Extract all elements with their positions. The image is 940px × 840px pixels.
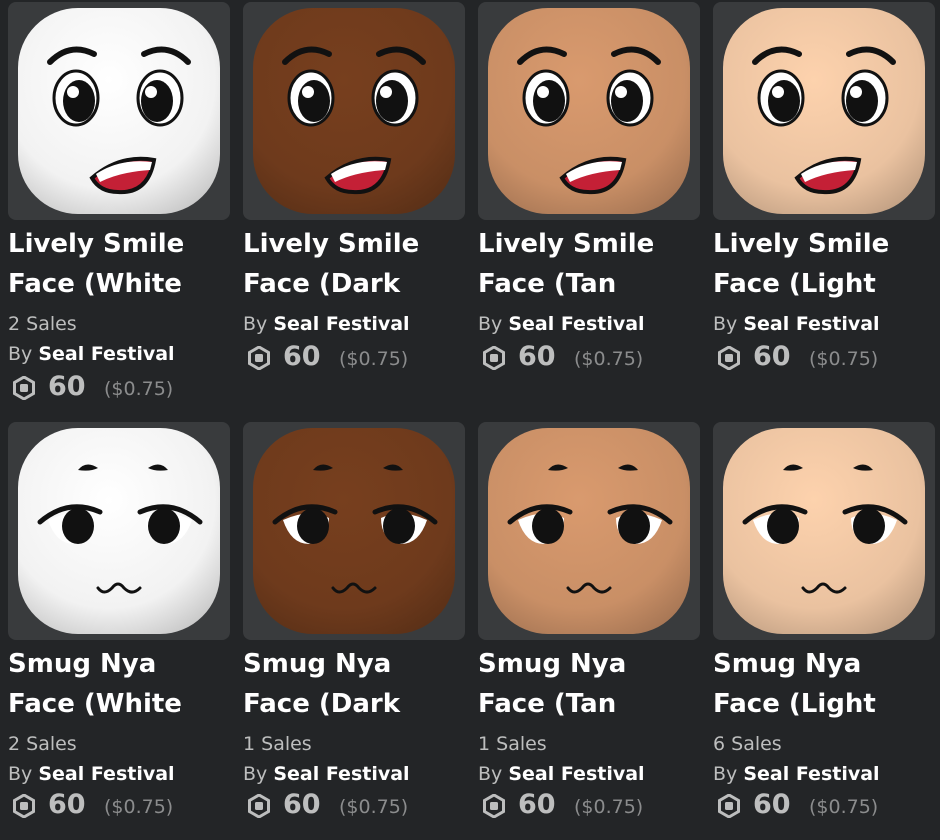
robux-price: 60 — [283, 789, 321, 820]
usd-price: ($0.75) — [104, 378, 174, 400]
usd-price: ($0.75) — [339, 348, 409, 370]
item-thumbnail[interactable] — [713, 2, 935, 220]
item-sales: 6 Sales — [713, 733, 782, 755]
robux-icon — [248, 346, 270, 370]
item-creator-line: By Seal Festival — [478, 762, 645, 786]
item-name[interactable]: Lively Smile Face (White — [8, 224, 230, 304]
robux-price: 60 — [48, 789, 86, 820]
item-name[interactable]: Lively Smile Face (Tan — [478, 224, 700, 304]
item-sales: 2 Sales — [8, 733, 77, 755]
usd-price: ($0.75) — [809, 796, 879, 818]
item-thumbnail[interactable] — [713, 422, 935, 640]
usd-price: ($0.75) — [809, 348, 879, 370]
item-creator-line: By Seal Festival — [8, 342, 175, 366]
creator-link[interactable]: Seal Festival — [273, 313, 409, 335]
usd-price: ($0.75) — [104, 796, 174, 818]
creator-link[interactable]: Seal Festival — [508, 313, 644, 335]
by-label: By — [243, 763, 268, 785]
item-name[interactable]: Lively Smile Face (Dark — [243, 224, 465, 304]
catalog-item-grid: Lively Smile Face (White 2 Sales By Seal… — [0, 0, 940, 840]
robux-icon — [718, 346, 740, 370]
robux-price: 60 — [753, 789, 791, 820]
by-label: By — [8, 763, 33, 785]
usd-price: ($0.75) — [574, 348, 644, 370]
creator-link[interactable]: Seal Festival — [508, 763, 644, 785]
item-sales: 2 Sales — [8, 313, 77, 335]
head-illustration — [488, 8, 690, 214]
item-sales: 1 Sales — [243, 733, 312, 755]
head-illustration — [253, 428, 455, 634]
item-thumbnail[interactable] — [478, 422, 700, 640]
creator-link[interactable]: Seal Festival — [743, 313, 879, 335]
item-thumbnail[interactable] — [243, 422, 465, 640]
item-creator-line: By Seal Festival — [478, 312, 645, 336]
creator-link[interactable]: Seal Festival — [38, 763, 174, 785]
item-thumbnail[interactable] — [478, 2, 700, 220]
by-label: By — [713, 763, 738, 785]
robux-price: 60 — [518, 341, 556, 372]
item-name[interactable]: Smug Nya Face (White — [8, 644, 230, 724]
head-illustration — [488, 428, 690, 634]
head-illustration — [723, 8, 925, 214]
item-name[interactable]: Lively Smile Face (Light — [713, 224, 935, 304]
item-name[interactable]: Smug Nya Face (Dark — [243, 644, 465, 724]
item-thumbnail[interactable] — [243, 2, 465, 220]
robux-price: 60 — [753, 341, 791, 372]
creator-link[interactable]: Seal Festival — [273, 763, 409, 785]
by-label: By — [478, 313, 503, 335]
usd-price: ($0.75) — [339, 796, 409, 818]
robux-icon — [718, 794, 740, 818]
item-name[interactable]: Smug Nya Face (Tan — [478, 644, 700, 724]
item-creator-line: By Seal Festival — [8, 762, 175, 786]
creator-link[interactable]: Seal Festival — [38, 343, 174, 365]
by-label: By — [243, 313, 268, 335]
robux-icon — [13, 794, 35, 818]
item-thumbnail[interactable] — [8, 422, 230, 640]
item-sales: 1 Sales — [478, 733, 547, 755]
head-illustration — [18, 8, 220, 214]
robux-icon — [483, 346, 505, 370]
item-creator-line: By Seal Festival — [713, 312, 880, 336]
robux-price: 60 — [283, 341, 321, 372]
robux-icon — [13, 376, 35, 400]
head-illustration — [253, 8, 455, 214]
head-illustration — [723, 428, 925, 634]
by-label: By — [713, 313, 738, 335]
head-illustration — [18, 428, 220, 634]
robux-price: 60 — [48, 371, 86, 402]
item-name[interactable]: Smug Nya Face (Light — [713, 644, 935, 724]
robux-icon — [248, 794, 270, 818]
robux-price: 60 — [518, 789, 556, 820]
by-label: By — [478, 763, 503, 785]
usd-price: ($0.75) — [574, 796, 644, 818]
by-label: By — [8, 343, 33, 365]
creator-link[interactable]: Seal Festival — [743, 763, 879, 785]
robux-icon — [483, 794, 505, 818]
item-thumbnail[interactable] — [8, 2, 230, 220]
item-creator-line: By Seal Festival — [243, 312, 410, 336]
item-creator-line: By Seal Festival — [243, 762, 410, 786]
item-creator-line: By Seal Festival — [713, 762, 880, 786]
